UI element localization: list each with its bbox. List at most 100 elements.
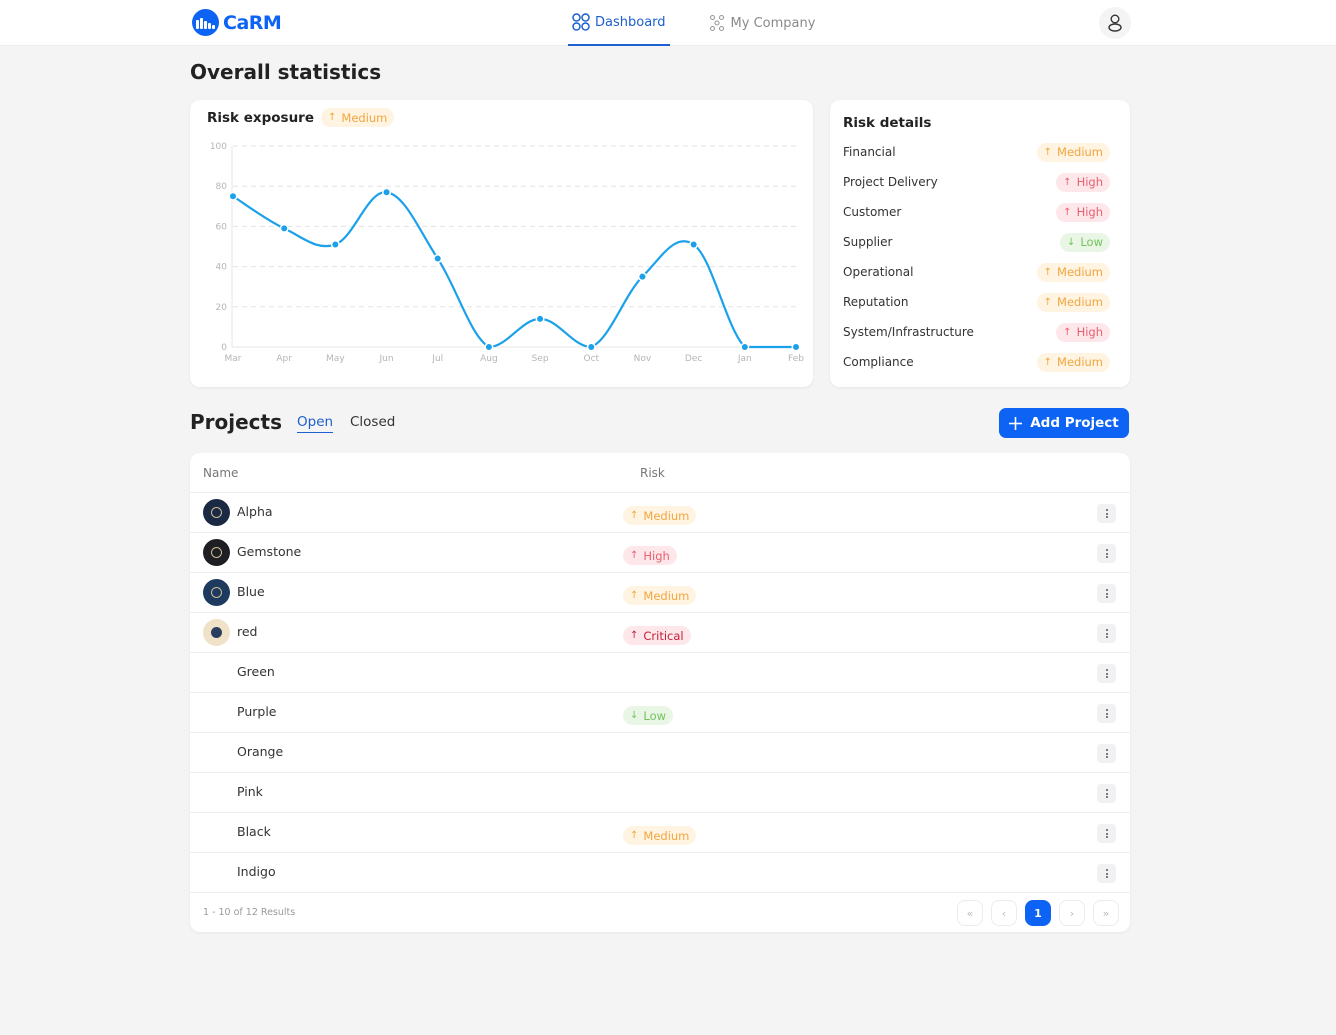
y-tick-label: 40: [216, 263, 228, 273]
risk-category-label: System/Infrastructure: [843, 325, 974, 339]
badge-label: High: [1076, 325, 1103, 339]
y-tick-label: 100: [210, 142, 227, 152]
x-tick-label: Jan: [737, 354, 752, 364]
badge-label: Medium: [643, 588, 690, 603]
row-menu-button[interactable]: [1097, 624, 1116, 643]
row-menu-button[interactable]: [1097, 704, 1116, 723]
table-row[interactable]: Blue ↑ Medium: [190, 572, 1130, 612]
data-point: [434, 255, 441, 262]
risk-detail-row: Reputation ↑ Medium: [843, 292, 1110, 312]
column-header-name[interactable]: Name: [203, 466, 238, 480]
risk-badge-medium: ↑ Medium: [623, 586, 697, 605]
data-point: [230, 193, 236, 200]
risk-exposure-line-chart: 0 20 40 60 80 100 Mar Apr May Jun Jul Aug Sep Oct Nov D…: [210, 142, 804, 364]
plus-icon: [1009, 416, 1023, 430]
data-point: [690, 241, 697, 248]
risk-cell: ↓ Low: [623, 703, 674, 725]
prev-page-button[interactable]: ‹: [991, 900, 1017, 926]
add-project-button[interactable]: Add Project: [999, 408, 1129, 438]
row-menu-button[interactable]: [1097, 584, 1116, 603]
badge-label: Medium: [643, 508, 690, 523]
first-page-button[interactable]: «: [957, 900, 983, 926]
page-title: Overall statistics: [190, 60, 382, 84]
table-row[interactable]: Indigo: [190, 852, 1130, 892]
arrow-up-icon: ↑: [1043, 296, 1053, 308]
row-menu-button[interactable]: [1097, 504, 1116, 523]
table-row[interactable]: Orange: [190, 732, 1130, 772]
arrow-up-icon: ↑: [630, 590, 639, 601]
project-name[interactable]: Gemstone: [237, 544, 301, 559]
project-name[interactable]: Black: [237, 824, 271, 839]
risk-category-label: Operational: [843, 265, 914, 279]
arrow-up-icon: ↑: [1043, 266, 1053, 278]
row-menu-button[interactable]: [1097, 784, 1116, 803]
row-menu-button[interactable]: [1097, 824, 1116, 843]
risk-detail-row: System/Infrastructure ↑ High: [843, 322, 1110, 342]
risk-badge-high: ↑ High: [1056, 322, 1110, 342]
table-row[interactable]: red ↑ Critical: [190, 612, 1130, 652]
project-name[interactable]: Blue: [237, 584, 265, 599]
tab-closed[interactable]: Closed: [350, 414, 395, 432]
tab-open[interactable]: Open: [297, 414, 334, 433]
nav-my-company[interactable]: My Company: [704, 0, 820, 46]
project-name[interactable]: red: [237, 624, 258, 639]
row-menu-button[interactable]: [1097, 544, 1116, 563]
project-name[interactable]: Purple: [237, 704, 276, 719]
project-name[interactable]: Green: [237, 664, 275, 679]
row-menu-button[interactable]: [1097, 864, 1116, 883]
risk-badge-low: ↓ Low: [1059, 232, 1110, 252]
x-tick-label: Feb: [788, 354, 804, 364]
risk-badge-high: ↑ High: [623, 546, 677, 565]
nav-dashboard[interactable]: Dashboard: [568, 0, 670, 46]
arrow-down-icon: ↓: [1066, 236, 1076, 248]
next-page-button[interactable]: ›: [1059, 900, 1085, 926]
project-name[interactable]: Alpha: [237, 504, 273, 519]
badge-label: Medium: [1057, 145, 1103, 159]
project-name[interactable]: Orange: [237, 744, 283, 759]
row-menu-button[interactable]: [1097, 664, 1116, 683]
badge-label: High: [643, 548, 670, 563]
x-tick-label: Nov: [634, 354, 652, 364]
y-tick-label: 60: [216, 222, 228, 232]
user-menu-button[interactable]: [1099, 7, 1131, 39]
table-row[interactable]: Black ↑ Medium: [190, 812, 1130, 852]
x-tick-label: May: [326, 354, 345, 364]
badge-label: Low: [1080, 235, 1103, 249]
table-row[interactable]: Green: [190, 652, 1130, 692]
x-tick-label: Dec: [685, 354, 702, 364]
project-name[interactable]: Indigo: [237, 864, 276, 879]
projects-table: Name Risk Alpha ↑ Medium Gemstone ↑ High Blue ↑…: [190, 453, 1130, 932]
arrow-up-icon: ↑: [630, 550, 639, 561]
risk-category-label: Compliance: [843, 355, 914, 369]
table-row[interactable]: Pink: [190, 772, 1130, 812]
risk-detail-row: Compliance ↑ Medium: [843, 352, 1110, 372]
series-line: [232, 191, 796, 349]
x-tick-label: Mar: [225, 354, 242, 364]
row-menu-button[interactable]: [1097, 744, 1116, 763]
risk-cell: ↑ High: [623, 543, 677, 565]
page-1-button[interactable]: 1: [1025, 900, 1051, 926]
risk-badge-high: ↑ High: [1056, 172, 1110, 192]
column-header-risk[interactable]: Risk: [640, 466, 665, 480]
project-name[interactable]: Pink: [237, 784, 263, 799]
pagination: « ‹ 1 › »: [957, 900, 1119, 926]
brand-logo[interactable]: CaRM: [192, 9, 282, 36]
nav-my-company-label: My Company: [730, 15, 816, 31]
arrow-up-icon: ↑: [1063, 206, 1072, 218]
table-row[interactable]: Gemstone ↑ High: [190, 532, 1130, 572]
risk-badge-medium: ↑ Medium: [1036, 352, 1110, 372]
data-point: [741, 344, 748, 350]
badge-label: Medium: [1057, 265, 1103, 279]
table-row[interactable]: Purple ↓ Low: [190, 692, 1130, 732]
arrow-up-icon: ↑: [630, 630, 639, 641]
risk-category-label: Supplier: [843, 235, 893, 249]
table-row[interactable]: Alpha ↑ Medium: [190, 492, 1130, 532]
data-point: [588, 344, 595, 350]
results-count: 1 - 10 of 12 Results: [203, 907, 296, 918]
avatar: [203, 499, 230, 526]
table-footer: 1 - 10 of 12 Results « ‹ 1 › »: [190, 892, 1130, 932]
badge-label: Critical: [643, 628, 684, 643]
last-page-button[interactable]: »: [1093, 900, 1119, 926]
x-tick-label: Aug: [480, 354, 498, 364]
risk-badge-medium: ↑ Medium: [623, 826, 697, 845]
